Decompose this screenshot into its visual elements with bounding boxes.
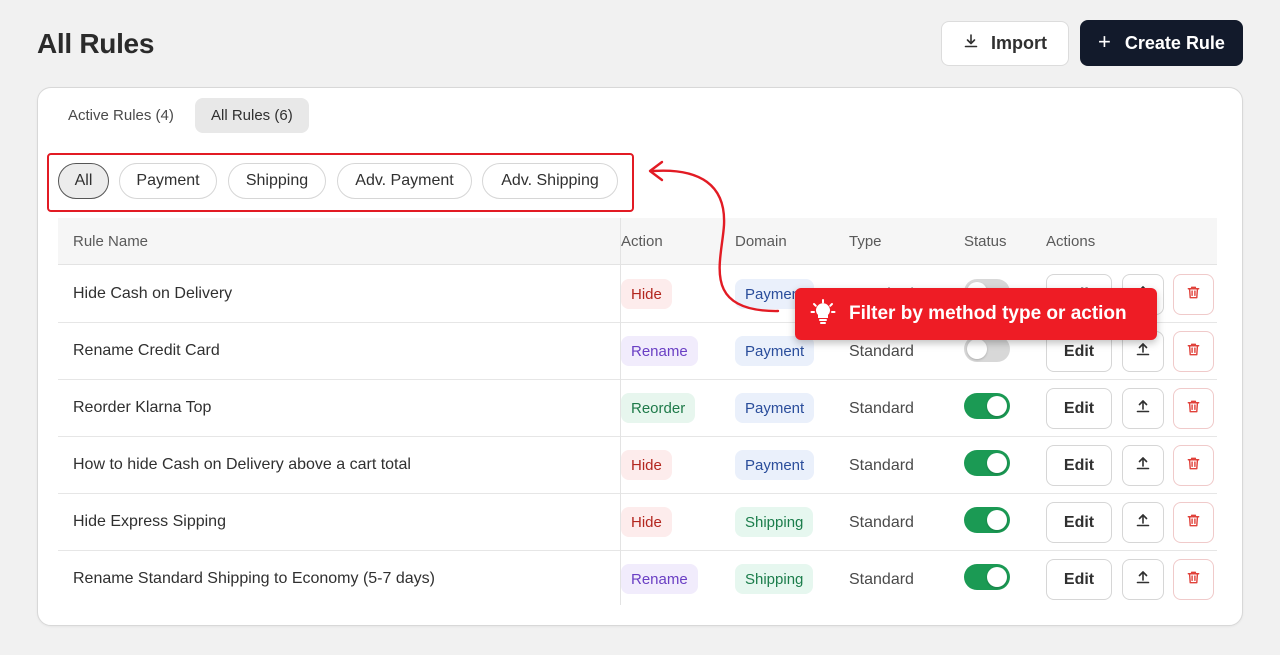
col-type: Type bbox=[849, 233, 882, 250]
col-status: Status bbox=[964, 233, 1007, 250]
create-rule-label: Create Rule bbox=[1124, 32, 1225, 53]
column-divider bbox=[620, 218, 621, 605]
tab-all-rules-label: All Rules (6) bbox=[211, 107, 293, 124]
edit-label: Edit bbox=[1063, 513, 1095, 531]
plus-icon: + bbox=[1098, 29, 1111, 54]
annotation-callout: Filter by method type or action bbox=[795, 288, 1157, 340]
edit-label: Edit bbox=[1063, 342, 1095, 360]
filter-all-label: All bbox=[74, 172, 93, 189]
col-domain: Domain bbox=[735, 233, 787, 250]
delete-button[interactable] bbox=[1173, 388, 1214, 429]
rule-type: Standard bbox=[849, 571, 914, 588]
tab-active-rules[interactable]: Active Rules (4) bbox=[52, 98, 190, 133]
delete-button[interactable] bbox=[1173, 331, 1214, 372]
table-row: How to hide Cash on Delivery above a car… bbox=[58, 437, 1217, 494]
import-button[interactable]: Import bbox=[941, 21, 1069, 66]
toggle-knob bbox=[987, 567, 1007, 587]
filter-payment-label: Payment bbox=[136, 172, 200, 189]
callout-text: Filter by method type or action bbox=[849, 303, 1127, 324]
table-row: Rename Standard Shipping to Economy (5-7… bbox=[58, 551, 1217, 608]
toggle-knob bbox=[987, 510, 1007, 530]
filter-adv-shipping[interactable]: Adv. Shipping bbox=[482, 163, 618, 199]
toggle-knob bbox=[987, 396, 1007, 416]
table-header: Rule Name Action Domain Type Status Acti… bbox=[58, 218, 1217, 265]
status-toggle[interactable] bbox=[964, 564, 1010, 590]
table-row: Reorder Klarna Top Reorder Payment Standard… bbox=[58, 380, 1217, 437]
export-button[interactable] bbox=[1122, 388, 1164, 429]
rule-name: Rename Credit Card bbox=[73, 342, 220, 359]
rule-type: Standard bbox=[849, 400, 914, 417]
col-action: Action bbox=[621, 233, 663, 250]
action-badge: Hide bbox=[621, 279, 672, 309]
toggle-knob bbox=[987, 453, 1007, 473]
upload-icon bbox=[1135, 398, 1151, 419]
export-button[interactable] bbox=[1122, 445, 1164, 486]
edit-button[interactable]: Edit bbox=[1046, 388, 1112, 429]
edit-label: Edit bbox=[1063, 399, 1095, 417]
rule-type: Standard bbox=[849, 514, 914, 531]
upload-icon bbox=[1135, 341, 1151, 362]
action-badge: Rename bbox=[621, 564, 698, 594]
create-rule-button[interactable]: + Create Rule bbox=[1080, 20, 1243, 66]
action-badge: Reorder bbox=[621, 393, 696, 423]
trash-icon bbox=[1186, 456, 1201, 476]
domain-badge: Payment bbox=[735, 336, 815, 366]
domain-badge: Shipping bbox=[735, 507, 814, 537]
filter-shipping-label: Shipping bbox=[245, 172, 309, 189]
tab-all-rules[interactable]: All Rules (6) bbox=[195, 98, 309, 133]
domain-badge: Payment bbox=[735, 393, 815, 423]
trash-icon bbox=[1186, 285, 1201, 305]
trash-icon bbox=[1186, 399, 1201, 419]
export-button[interactable] bbox=[1122, 502, 1164, 543]
filter-payment[interactable]: Payment bbox=[119, 163, 217, 199]
upload-icon bbox=[1135, 512, 1151, 533]
domain-badge: Shipping bbox=[735, 564, 814, 594]
rule-name: Hide Express Sipping bbox=[73, 513, 226, 530]
edit-label: Edit bbox=[1063, 570, 1095, 588]
delete-button[interactable] bbox=[1173, 445, 1214, 486]
filter-adv-payment-label: Adv. Payment bbox=[355, 172, 454, 189]
status-toggle[interactable] bbox=[964, 393, 1010, 419]
import-label: Import bbox=[991, 33, 1047, 53]
filter-adv-payment[interactable]: Adv. Payment bbox=[337, 163, 472, 199]
col-actions: Actions bbox=[1046, 233, 1096, 250]
delete-button[interactable] bbox=[1173, 502, 1214, 543]
action-badge: Rename bbox=[621, 336, 698, 366]
edit-button[interactable]: Edit bbox=[1046, 502, 1112, 543]
trash-icon bbox=[1186, 513, 1201, 533]
edit-button[interactable]: Edit bbox=[1046, 559, 1112, 600]
rules-card: Active Rules (4) All Rules (6) All Payme… bbox=[37, 87, 1243, 626]
rule-type: Standard bbox=[849, 343, 914, 360]
download-icon bbox=[963, 33, 979, 54]
rule-type: Standard bbox=[849, 457, 914, 474]
action-badge: Hide bbox=[621, 507, 672, 537]
domain-badge: Payment bbox=[735, 450, 815, 480]
trash-icon bbox=[1186, 342, 1201, 362]
filter-all[interactable]: All bbox=[58, 163, 109, 199]
page-title: All Rules bbox=[37, 28, 155, 59]
upload-icon bbox=[1135, 569, 1151, 590]
trash-icon bbox=[1186, 570, 1201, 590]
delete-button[interactable] bbox=[1173, 559, 1214, 600]
rule-name: Rename Standard Shipping to Economy (5-7… bbox=[73, 570, 435, 587]
rule-name: Reorder Klarna Top bbox=[73, 399, 212, 416]
export-button[interactable] bbox=[1122, 559, 1164, 600]
status-toggle[interactable] bbox=[964, 450, 1010, 476]
upload-icon bbox=[1135, 455, 1151, 476]
lightbulb-icon bbox=[809, 297, 837, 331]
edit-label: Edit bbox=[1063, 456, 1095, 474]
tab-active-rules-label: Active Rules (4) bbox=[68, 107, 174, 124]
filter-shipping[interactable]: Shipping bbox=[228, 163, 326, 199]
filter-adv-shipping-label: Adv. Shipping bbox=[501, 172, 599, 189]
delete-button[interactable] bbox=[1173, 274, 1214, 315]
rule-name: Hide Cash on Delivery bbox=[73, 285, 233, 302]
col-rule-name: Rule Name bbox=[73, 233, 149, 250]
status-toggle[interactable] bbox=[964, 507, 1010, 533]
rule-name: How to hide Cash on Delivery above a car… bbox=[73, 456, 411, 473]
action-badge: Hide bbox=[621, 450, 672, 480]
edit-button[interactable]: Edit bbox=[1046, 445, 1112, 486]
toggle-knob bbox=[967, 339, 987, 359]
table-row: Hide Express Sipping Hide Shipping Standard… bbox=[58, 494, 1217, 551]
